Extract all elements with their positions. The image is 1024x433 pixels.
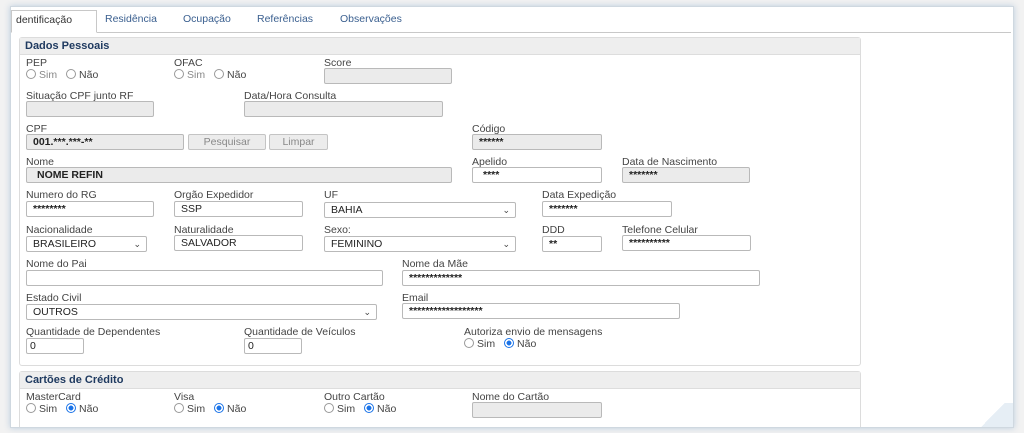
rg-field[interactable]: ******** bbox=[26, 201, 154, 217]
tab-bar: dentificação Residência Ocupação Referên… bbox=[11, 10, 1011, 33]
mastercard-nao-label: Não bbox=[79, 403, 99, 415]
nascimento-field: ******* bbox=[622, 167, 750, 183]
outro-sim-radio[interactable] bbox=[324, 403, 334, 413]
form-window: dentificação Residência Ocupação Referên… bbox=[10, 6, 1014, 428]
mensagens-label: Autoriza envio de mensagens bbox=[464, 326, 603, 338]
chevron-down-icon: ⌄ bbox=[502, 239, 510, 249]
estado-civil-label: Estado Civil bbox=[26, 292, 82, 304]
visa-sim-radio[interactable] bbox=[174, 403, 184, 413]
chevron-down-icon: ⌄ bbox=[133, 239, 141, 249]
mae-field[interactable]: ************* bbox=[402, 270, 760, 286]
outro-nao-label: Não bbox=[377, 403, 397, 415]
visa-radio-group: Sim Não bbox=[174, 403, 252, 415]
mensagens-nao-label: Não bbox=[517, 338, 537, 350]
veiculos-field[interactable]: 0 bbox=[244, 338, 302, 354]
ofac-sim-label: Sim bbox=[187, 69, 206, 81]
expedicao-label: Data Expedição bbox=[542, 189, 617, 201]
ofac-nao-radio[interactable] bbox=[214, 69, 225, 79]
dependentes-field[interactable]: 0 bbox=[26, 338, 84, 354]
nome-field: NOME REFIN bbox=[26, 167, 452, 183]
dados-pessoais-section: Dados Pessoais PEP Sim Não OFAC Sim Não … bbox=[19, 37, 861, 366]
tab-residencia[interactable]: Residência bbox=[97, 10, 165, 31]
ofac-sim-radio[interactable] bbox=[174, 69, 184, 79]
situacao-field bbox=[26, 101, 154, 117]
ddd-field[interactable]: ** bbox=[542, 236, 602, 252]
dependentes-label: Quantidade de Dependentes bbox=[26, 326, 161, 338]
visa-nao-radio[interactable] bbox=[214, 403, 225, 413]
expedicao-field[interactable]: ******* bbox=[542, 201, 672, 217]
tab-ocupacao[interactable]: Ocupação bbox=[175, 10, 239, 31]
mensagens-sim-radio[interactable] bbox=[464, 338, 474, 348]
pai-field[interactable] bbox=[26, 270, 383, 286]
outro-cartao-label: Outro Cartão bbox=[324, 391, 385, 403]
mae-label: Nome da Mãe bbox=[402, 258, 468, 270]
rg-label: Numero do RG bbox=[26, 189, 97, 201]
limpar-button[interactable]: Limpar bbox=[269, 134, 328, 150]
cartoes-section: Cartões de Crédito MasterCard Sim Não Vi… bbox=[19, 371, 861, 427]
score-field bbox=[324, 68, 452, 84]
cpf-field: 001.***.***-** bbox=[26, 134, 184, 150]
codigo-field: ****** bbox=[472, 134, 602, 150]
mastercard-radio-group: Sim Não bbox=[26, 403, 104, 415]
chevron-down-icon: ⌄ bbox=[502, 205, 510, 215]
uf-select[interactable]: BAHIA ⌄ bbox=[324, 202, 516, 218]
uf-label: UF bbox=[324, 189, 338, 201]
ofac-label: OFAC bbox=[174, 57, 203, 69]
estado-civil-select-value: OUTROS bbox=[33, 306, 78, 318]
visa-nao-label: Não bbox=[227, 403, 247, 415]
mensagens-radio-group: Sim Não bbox=[464, 338, 542, 350]
pep-nao-radio[interactable] bbox=[66, 69, 77, 79]
nacionalidade-label: Nacionalidade bbox=[26, 224, 93, 236]
chevron-down-icon: ⌄ bbox=[363, 307, 371, 317]
pesquisar-button[interactable]: Pesquisar bbox=[188, 134, 266, 150]
outro-sim-label: Sim bbox=[337, 403, 356, 415]
orgao-field[interactable]: SSP bbox=[174, 201, 303, 217]
veiculos-label: Quantidade de Veículos bbox=[244, 326, 356, 338]
visa-label: Visa bbox=[174, 391, 195, 403]
estado-civil-select[interactable]: OUTROS ⌄ bbox=[26, 304, 377, 320]
sexo-label: Sexo: bbox=[324, 224, 351, 236]
tab-observacoes[interactable]: Observações bbox=[332, 10, 410, 31]
tab-identificacao[interactable]: dentificação bbox=[11, 10, 97, 33]
data-hora-field bbox=[244, 101, 443, 117]
nacionalidade-select-value: BRASILEIRO bbox=[33, 238, 97, 250]
mastercard-sim-label: Sim bbox=[39, 403, 58, 415]
page-curl-decoration bbox=[973, 403, 1013, 427]
nome-cartao-field bbox=[472, 402, 602, 418]
pep-label: PEP bbox=[26, 57, 48, 69]
outro-nao-radio[interactable] bbox=[364, 403, 375, 413]
section-title: Dados Pessoais bbox=[20, 38, 860, 55]
ddd-label: DDD bbox=[542, 224, 565, 236]
mastercard-label: MasterCard bbox=[26, 391, 81, 403]
tab-referencias[interactable]: Referências bbox=[249, 10, 321, 31]
nacionalidade-select[interactable]: BRASILEIRO ⌄ bbox=[26, 236, 147, 252]
uf-select-value: BAHIA bbox=[331, 204, 363, 216]
email-field[interactable]: ****************** bbox=[402, 303, 680, 319]
sexo-select[interactable]: FEMININO ⌄ bbox=[324, 236, 516, 252]
pep-sim-label: Sim bbox=[39, 69, 58, 81]
outro-cartao-radio-group: Sim Não bbox=[324, 403, 402, 415]
apelido-field[interactable]: **** bbox=[472, 167, 602, 183]
ofac-radio-group: Sim Não bbox=[174, 69, 252, 81]
pep-nao-label: Não bbox=[79, 69, 99, 81]
section-title: Cartões de Crédito bbox=[20, 372, 860, 389]
mastercard-sim-radio[interactable] bbox=[26, 403, 36, 413]
visa-sim-label: Sim bbox=[187, 403, 206, 415]
pep-radio-group: Sim Não bbox=[26, 69, 104, 81]
mastercard-nao-radio[interactable] bbox=[66, 403, 77, 413]
pep-sim-radio[interactable] bbox=[26, 69, 36, 79]
celular-field[interactable]: ********** bbox=[622, 235, 751, 251]
mensagens-sim-label: Sim bbox=[477, 338, 496, 350]
sexo-select-value: FEMININO bbox=[331, 238, 383, 250]
pai-label: Nome do Pai bbox=[26, 258, 87, 270]
mensagens-nao-radio[interactable] bbox=[504, 338, 515, 348]
orgao-label: Orgão Expedidor bbox=[174, 189, 254, 201]
ofac-nao-label: Não bbox=[227, 69, 247, 81]
naturalidade-field[interactable]: SALVADOR bbox=[174, 235, 303, 251]
